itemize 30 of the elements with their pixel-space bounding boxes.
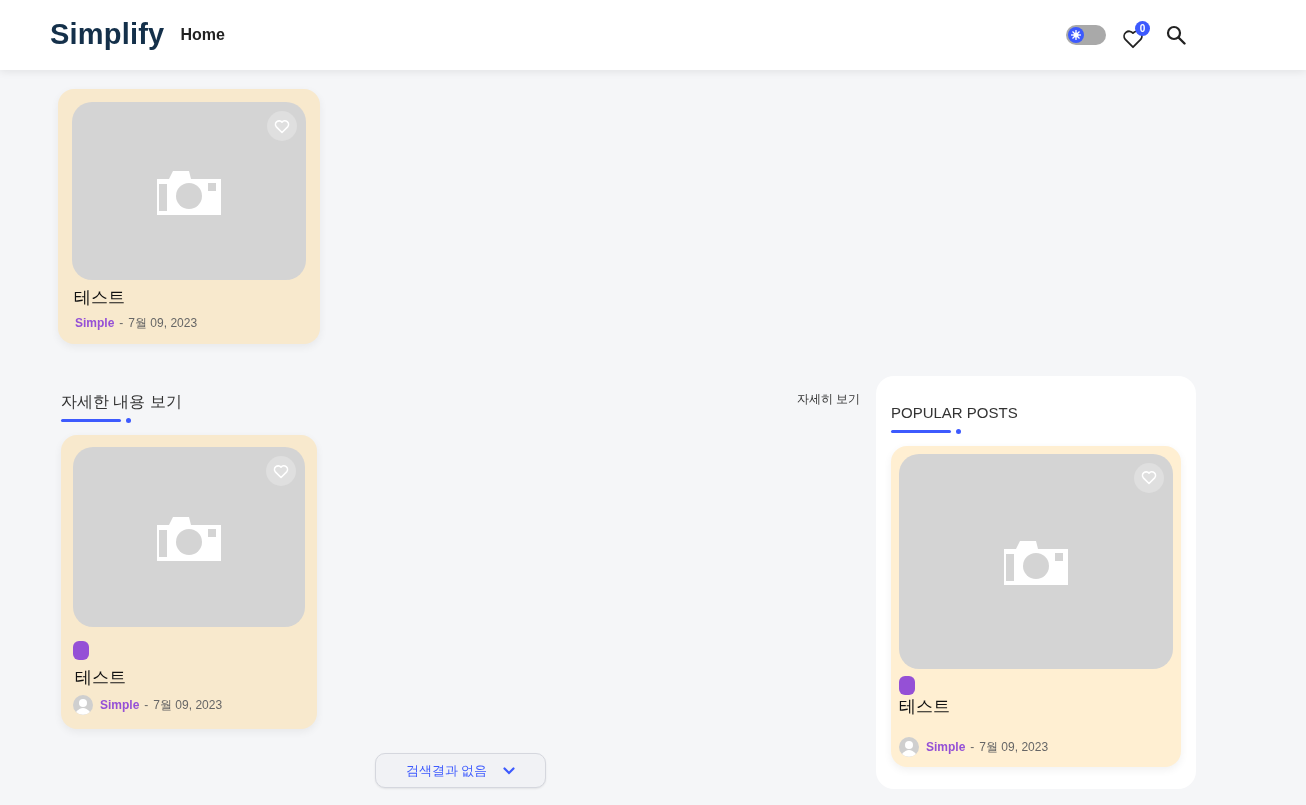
separator-text: - bbox=[119, 315, 124, 333]
chevron-down-icon bbox=[503, 766, 516, 775]
sidebar-title: POPULAR POSTS bbox=[891, 403, 1019, 424]
search-icon bbox=[1166, 25, 1186, 45]
separator-text: - bbox=[144, 696, 149, 714]
heart-icon bbox=[273, 463, 289, 479]
load-more-button[interactable]: 검색결과 없음 bbox=[374, 752, 547, 789]
theme-toggle[interactable] bbox=[1066, 25, 1106, 45]
heart-icon bbox=[1141, 470, 1157, 486]
post-title[interactable]: 테스트 bbox=[74, 288, 306, 309]
separator-text: - bbox=[970, 739, 975, 757]
label-tag[interactable] bbox=[899, 675, 915, 695]
post-date: 7월 09, 2023 bbox=[128, 315, 198, 333]
post-title[interactable]: 테스트 bbox=[899, 696, 1173, 718]
author-link[interactable]: Simple bbox=[100, 695, 140, 714]
post-date: 7월 09, 2023 bbox=[153, 696, 223, 714]
heart-icon bbox=[274, 118, 290, 134]
favorites-button[interactable]: 0 bbox=[1122, 21, 1150, 49]
search-button[interactable] bbox=[1166, 25, 1186, 45]
label-tag[interactable] bbox=[73, 641, 89, 661]
view-more-link[interactable]: 자세히 보기 bbox=[796, 390, 860, 409]
site-logo[interactable]: Simplify bbox=[50, 13, 165, 57]
count-badge: 0 bbox=[1135, 21, 1150, 36]
post-date: 7월 09, 2023 bbox=[979, 739, 1049, 757]
author-link[interactable]: Simple bbox=[926, 738, 966, 757]
nav-link[interactable]: Home bbox=[180, 23, 225, 47]
sun-icon bbox=[1070, 29, 1082, 41]
post-title[interactable]: 테스트 bbox=[75, 668, 305, 689]
section-title: 자세한 내용 보기 bbox=[61, 392, 182, 413]
author-link[interactable]: Simple bbox=[75, 314, 115, 333]
